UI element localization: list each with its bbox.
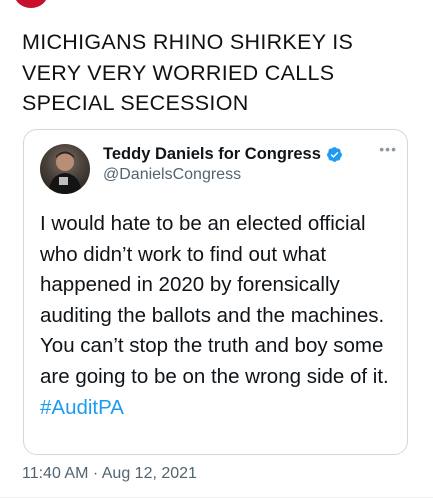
quoted-display-name[interactable]: Teddy Daniels for Congress [103, 145, 321, 164]
tweet-text: Michigans RHINO Shirkey is very very wor… [22, 30, 354, 115]
more-horizontal-icon[interactable]: ••• [379, 141, 397, 157]
author-avatar[interactable] [14, 0, 48, 8]
hashtag-link[interactable]: #AuditPA [40, 396, 124, 419]
quoted-tweet-card[interactable]: Teddy Daniels for Congress @DanielsCongr… [23, 129, 408, 455]
quoted-handle[interactable]: @DanielsCongress [103, 166, 241, 184]
tweet-timestamp[interactable]: 11:40 AM · Aug 12, 2021 [22, 465, 197, 483]
quoted-tweet-text: I would hate to be an elected official w… [40, 209, 404, 423]
quoted-name-row[interactable]: Teddy Daniels for Congress [103, 143, 343, 165]
divider [0, 497, 433, 498]
quoted-author-avatar[interactable] [40, 144, 90, 194]
verified-badge-icon [326, 146, 343, 163]
quoted-tweet-body: I would hate to be an elected official w… [40, 212, 389, 388]
avatar-photo-icon [48, 151, 82, 194]
